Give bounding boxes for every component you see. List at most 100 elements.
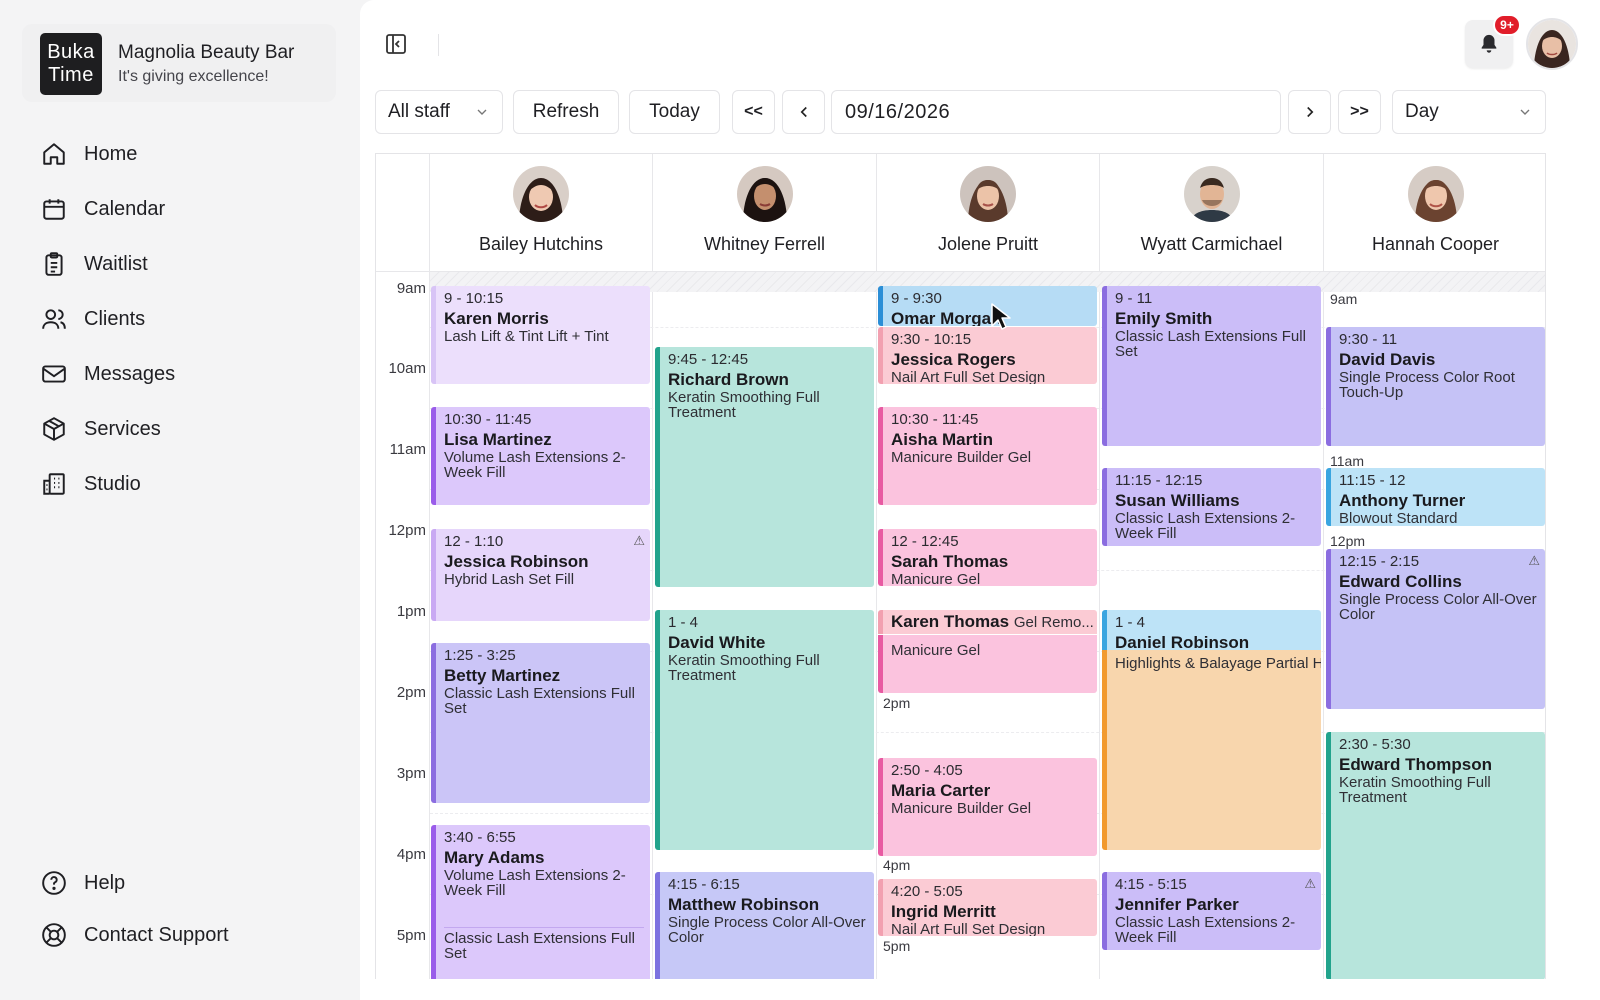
staff-name: Wyatt Carmichael: [1140, 234, 1283, 254]
appointment-client: Omar Morgan: [891, 309, 1002, 326]
appointment-service: Single Process Color All-Over Color: [1339, 591, 1537, 623]
appointment-service-secondary: Classic Lash Extensions Full Set: [444, 927, 644, 961]
staff-avatar: [960, 166, 1016, 222]
staff-name: Whitney Ferrell: [703, 234, 826, 254]
staff-header[interactable]: Bailey Hutchins: [430, 154, 652, 271]
appointment-card[interactable]: 11:15 - 12 Anthony Turner Blowout Standa…: [1326, 468, 1545, 526]
time-label: 4pm: [396, 846, 426, 863]
nav-studio-label: Studio: [84, 472, 141, 495]
appointment-client: Betty Martinez: [444, 666, 561, 685]
time-label: 10am: [388, 360, 426, 377]
users-icon: [40, 305, 68, 333]
chevron-right-icon: [1306, 106, 1313, 118]
appointment-service: Blowout Standard: [1339, 510, 1458, 526]
refresh-button[interactable]: Refresh: [513, 90, 619, 134]
appointment-card[interactable]: 9 - 9:30 Omar Morgan: [878, 286, 1097, 326]
staff-header[interactable]: Wyatt Carmichael: [1100, 154, 1323, 271]
panel-left-icon: [386, 34, 406, 54]
inline-time-label: 2pm: [883, 695, 911, 711]
appointment-card[interactable]: 3:40 - 6:55 Mary Adams Volume Lash Exten…: [431, 825, 650, 979]
appointment-card[interactable]: 4:15 - 5:15 Jennifer Parker Classic Lash…: [1102, 872, 1321, 950]
appointment-client: Matthew Robinson: [668, 895, 820, 914]
business-tagline: It's giving excellence!: [118, 68, 269, 85]
appointment-service: Classic Lash Extensions 2-Week Fill: [1115, 914, 1296, 946]
appointment-time: 9:45 - 12:45: [668, 351, 749, 368]
appointment-client: Karen Morris: [444, 309, 549, 328]
appointment-time: 9 - 9:30: [891, 290, 942, 307]
appointment-card[interactable]: 10:30 - 11:45 Lisa Martinez Volume Lash …: [431, 407, 650, 505]
appointment-client: Emily Smith: [1115, 309, 1213, 328]
nav-services[interactable]: Services: [40, 413, 161, 445]
sidebar-toggle-button[interactable]: [384, 32, 408, 56]
user-avatar-image: [1528, 20, 1576, 68]
nav-contact-support[interactable]: Contact Support: [40, 919, 229, 951]
appointment-card[interactable]: 9:30 - 10:15 Jessica Rogers Nail Art Ful…: [878, 327, 1097, 384]
mail-icon: [40, 360, 68, 388]
appointment-card[interactable]: 1 - 4 Daniel Robinson: [1102, 610, 1321, 650]
warning-icon: ⚠: [633, 533, 645, 548]
appointment-card[interactable]: 4:15 - 6:15 Matthew Robinson Single Proc…: [655, 872, 874, 979]
appointment-card[interactable]: 4:20 - 5:05 Ingrid Merritt Nail Art Full…: [878, 879, 1097, 936]
nav-help[interactable]: Help: [40, 867, 125, 899]
appointment-card[interactable]: 9 - 11 Emily Smith Classic Lash Extensio…: [1102, 286, 1321, 446]
inline-time-label: 12pm: [1330, 533, 1366, 549]
bell-icon: [1481, 34, 1497, 53]
notification-badge: 9+: [1493, 14, 1521, 36]
calendar-grid: Bailey Hutchins Whitney Ferrell Jolene P…: [375, 153, 1546, 979]
time-label: 3pm: [396, 765, 426, 782]
view-select[interactable]: Day: [1392, 90, 1546, 134]
appointment-card[interactable]: 1:25 - 3:25 Betty Martinez Classic Lash …: [431, 643, 650, 803]
nav-clients-label: Clients: [84, 307, 146, 330]
date-input[interactable]: 09/16/2026: [831, 90, 1281, 134]
appointment-card[interactable]: 11:15 - 12:15 Susan Williams Classic Las…: [1102, 468, 1321, 546]
appointment-service: Classic Lash Extensions 2-Week Fill: [1115, 510, 1296, 542]
staff-name: Bailey Hutchins: [478, 234, 604, 254]
appointment-card[interactable]: 2:30 - 5:30 Edward Thompson Keratin Smoo…: [1326, 732, 1545, 979]
appointment-client: Ingrid Merritt: [891, 902, 996, 921]
last-page-button[interactable]: >>: [1338, 90, 1381, 134]
main-panel: 9+ All staff Refresh Today << 09/16/2026…: [360, 0, 1600, 1000]
appointment-card[interactable]: 9:30 - 11 David Davis Single Process Col…: [1326, 327, 1545, 446]
time-label: 9am: [396, 280, 426, 297]
staff-header[interactable]: Hannah Cooper: [1324, 154, 1545, 271]
staff-header[interactable]: Whitney Ferrell: [653, 154, 876, 271]
nav-home[interactable]: Home: [40, 138, 137, 170]
brand-card[interactable]: Buka Time Magnolia Beauty Bar It's givin…: [22, 24, 336, 102]
nav-clients[interactable]: Clients: [40, 303, 145, 335]
staff-name: Jolene Pruitt: [937, 234, 1039, 254]
staff-filter-select[interactable]: All staff: [375, 90, 503, 134]
nav-waitlist[interactable]: Waitlist: [40, 248, 148, 280]
today-button[interactable]: Today: [629, 90, 720, 134]
appointment-card[interactable]: 12 - 12:45 Sarah Thomas Manicure Gel: [878, 529, 1097, 586]
clipboard-icon: [40, 250, 68, 278]
nav-messages[interactable]: Messages: [40, 358, 175, 390]
appointment-card[interactable]: 10:30 - 11:45 Aisha Martin Manicure Buil…: [878, 407, 1097, 505]
nav-calendar[interactable]: Calendar: [40, 193, 165, 225]
appointment-time: 11:15 - 12: [1339, 472, 1406, 489]
appointment-card[interactable]: 12:15 - 2:15 Edward Collins Single Proce…: [1326, 549, 1545, 709]
appointment-card[interactable]: 12 - 1:10 Jessica Robinson Hybrid Lash S…: [431, 529, 650, 621]
logo-line-2: Time: [48, 64, 94, 86]
chevron-down-icon: [477, 109, 487, 115]
appointment-time: 2:30 - 5:30: [1339, 736, 1411, 753]
appointment-time: 12 - 1:10: [444, 533, 504, 550]
appointment-client: Susan Williams: [1115, 491, 1240, 510]
appointment-card[interactable]: 2:50 - 4:05 Maria Carter Manicure Builde…: [878, 758, 1097, 856]
appointment-card[interactable]: Highlights & Balayage Partial H: [1102, 650, 1321, 850]
appointment-card[interactable]: 1 - 4 David White Keratin Smoothing Full…: [655, 610, 874, 850]
nav-studio[interactable]: Studio: [40, 468, 141, 500]
building-icon: [40, 470, 68, 498]
staff-header[interactable]: Jolene Pruitt: [877, 154, 1099, 271]
user-avatar[interactable]: [1526, 18, 1578, 70]
appointment-time: 12:15 - 2:15: [1339, 553, 1420, 570]
appointment-card[interactable]: 9:45 - 12:45 Richard Brown Keratin Smoot…: [655, 347, 874, 587]
first-page-button[interactable]: <<: [732, 90, 775, 134]
next-day-button[interactable]: [1288, 90, 1331, 134]
prev-day-button[interactable]: [782, 90, 825, 134]
appointment-client: Jessica Robinson: [444, 552, 589, 571]
inline-time-label: 5pm: [883, 938, 911, 954]
appointment-card[interactable]: Karen Thomas Gel Remo...: [878, 610, 1097, 634]
appointment-card[interactable]: Manicure Gel: [878, 635, 1097, 693]
appointment-time: 10:30 - 11:45: [891, 411, 979, 428]
appointment-card[interactable]: 9 - 10:15 Karen Morris Lash Lift & Tint …: [431, 286, 650, 384]
